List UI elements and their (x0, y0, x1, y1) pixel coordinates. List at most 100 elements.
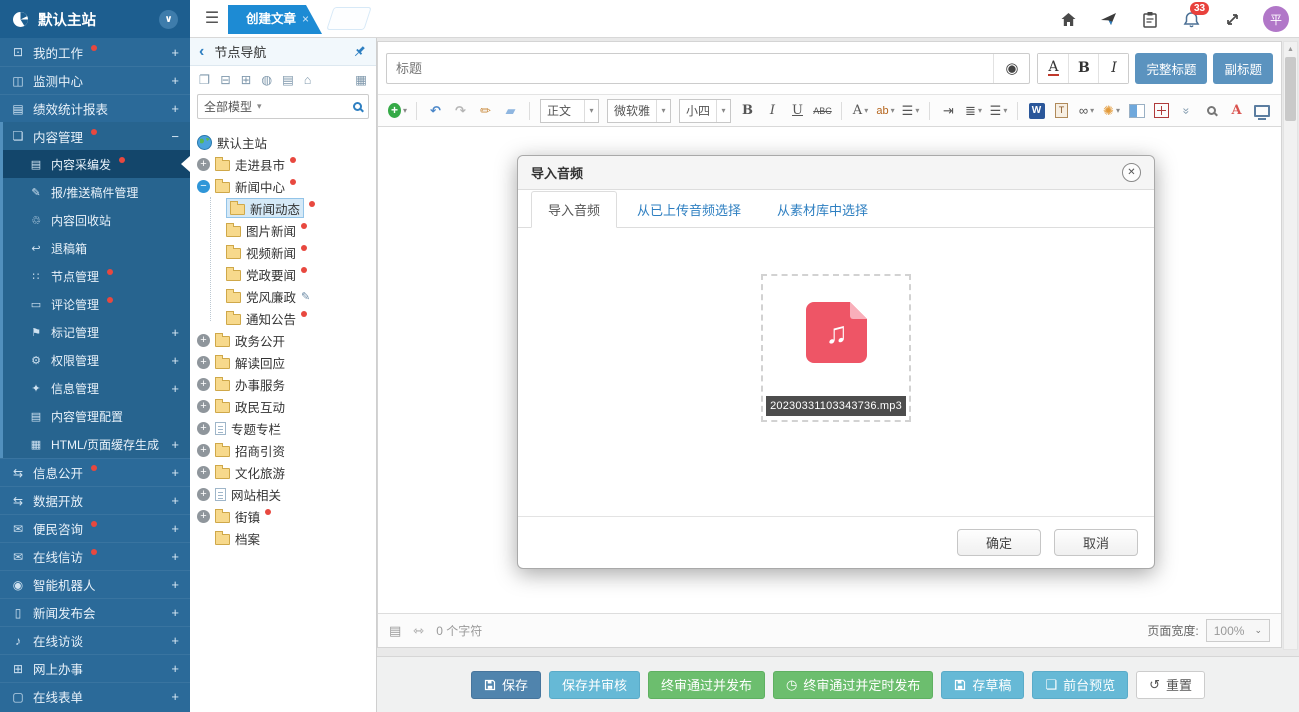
expand-plus-icon[interactable]: + (171, 101, 179, 116)
tree-node[interactable]: 视频新闻 (226, 241, 372, 263)
redo-icon[interactable]: ↷ (450, 99, 471, 123)
expand-plus-icon[interactable]: + (171, 465, 179, 480)
tab-material-library[interactable]: 从素材库中选择 (761, 192, 884, 227)
expand-tree-icon[interactable]: ⊞ (241, 72, 251, 87)
notifications-bell-icon[interactable]: 33 (1181, 9, 1201, 29)
sidebar-item-html-cache[interactable]: ▦HTML/页面缓存生成+ (3, 430, 190, 458)
ok-button[interactable]: 确定 (957, 529, 1041, 556)
save-draft-button[interactable]: 存草稿 (941, 671, 1024, 699)
user-avatar[interactable]: 平 (1263, 6, 1289, 32)
home-icon[interactable] (1058, 9, 1078, 29)
tab-import-audio[interactable]: 导入音频 (531, 191, 617, 228)
tab-uploaded-audio[interactable]: 从已上传音频选择 (621, 192, 757, 227)
element-path-icon[interactable]: ▤ (389, 623, 401, 639)
eye-preview-icon[interactable]: ◉ (993, 54, 1029, 83)
tree-node[interactable]: +专题专栏 (197, 417, 372, 439)
bold-icon[interactable]: B (737, 99, 758, 123)
sidebar-item-node-mgmt[interactable]: ∷节点管理 (3, 262, 190, 290)
font-style-icon[interactable]: A (1226, 99, 1247, 123)
font-family-select[interactable]: 微软雅▾ (607, 99, 671, 123)
expand-plus-icon[interactable]: + (197, 444, 210, 457)
scroll-up-arrow-icon[interactable]: ▲ (1284, 42, 1297, 56)
tree-node[interactable]: 党政要闻 (226, 263, 372, 285)
tree-node[interactable]: +办事服务 (197, 373, 372, 395)
dialog-header[interactable]: 导入音频 ✕ (518, 156, 1154, 190)
sidebar-item-comment-mgmt[interactable]: ▭评论管理 (3, 290, 190, 318)
sidebar-item-content-editing[interactable]: ▤内容采编发 (3, 150, 190, 178)
link-icon[interactable]: ∞▾ (1076, 99, 1097, 123)
approve-scheduled-publish-button[interactable]: ◷终审通过并定时发布 (773, 671, 933, 699)
copy-icon[interactable]: ❐ (199, 72, 210, 87)
full-title-button[interactable]: 完整标题 (1135, 53, 1207, 84)
cancel-button[interactable]: 取消 (1054, 529, 1138, 556)
expand-plus-icon[interactable]: + (197, 466, 210, 479)
sidebar-item-online-services[interactable]: ⊞网上办事+ (0, 654, 190, 682)
undo-icon[interactable]: ↶ (425, 99, 446, 123)
audio-file-icon[interactable]: ♫ (806, 302, 867, 363)
toolbar-collapse-icon[interactable]: » (1176, 99, 1197, 123)
pin-icon[interactable] (352, 44, 367, 59)
tree-node[interactable]: +网站相关 (197, 483, 372, 505)
tree-node[interactable]: +街镇 (197, 505, 372, 527)
expand-plus-icon[interactable]: + (171, 45, 179, 60)
site-brand[interactable]: 默认主站 ∨ (0, 0, 190, 38)
font-size-select[interactable]: 小四▾ (679, 99, 731, 123)
paragraph-select[interactable]: 正文▾ (540, 99, 599, 123)
tree-node[interactable]: +解读回应 (197, 351, 372, 373)
home-node-icon[interactable]: ⌂ (304, 73, 312, 87)
title-italic-button[interactable]: I (1098, 54, 1128, 83)
search-replace-icon[interactable] (1201, 99, 1222, 123)
save-and-review-button[interactable]: 保存并审核 (549, 671, 640, 699)
subtitle-button[interactable]: 副标题 (1213, 53, 1273, 84)
title-bold-button[interactable]: B (1068, 54, 1098, 83)
page-width-select[interactable]: 100%⌄ (1206, 619, 1270, 642)
paste-text-icon[interactable]: T (1051, 99, 1072, 123)
list-settings-icon[interactable]: ▦ (355, 72, 367, 87)
expand-plus-icon[interactable]: + (197, 510, 210, 523)
tree-node[interactable]: +招商引资 (197, 439, 372, 461)
sidebar-item-online-interview[interactable]: ♪在线访谈+ (0, 626, 190, 654)
expand-plus-icon[interactable]: + (171, 605, 179, 620)
paste-word-icon[interactable]: W (1026, 99, 1047, 123)
collapse-tree-icon[interactable]: ⊟ (220, 72, 230, 87)
tree-node-root[interactable]: 默认主站 (197, 131, 372, 153)
sidebar-collapse-icon[interactable]: ☰ (201, 9, 223, 29)
expand-plus-icon[interactable]: + (171, 689, 179, 704)
save-button[interactable]: 保存 (471, 671, 541, 699)
clipboard-tasks-icon[interactable] (1140, 9, 1160, 29)
expand-plus-icon[interactable]: + (197, 356, 210, 369)
expand-plus-icon[interactable]: + (197, 158, 210, 171)
tree-node-selected[interactable]: 新闻动态 (226, 197, 372, 219)
tree-node[interactable]: +政务公开 (197, 329, 372, 351)
ordered-list-icon[interactable]: ≣▾ (963, 99, 984, 123)
title-input[interactable] (387, 61, 993, 76)
strikethrough-icon[interactable]: ABC (812, 99, 833, 123)
expand-plus-icon[interactable]: + (171, 325, 179, 340)
italic-icon[interactable]: I (762, 99, 783, 123)
sidebar-item-open-data[interactable]: ⇆数据开放+ (0, 486, 190, 514)
sidebar-item-monitor-center[interactable]: ◫监测中心+ (0, 66, 190, 94)
align-icon[interactable]: ☰▾ (900, 99, 921, 123)
expand-plus-icon[interactable]: + (197, 378, 210, 391)
close-icon[interactable]: ✕ (1122, 163, 1141, 182)
expand-plus-icon[interactable]: + (171, 577, 179, 592)
drag-resize-icon[interactable]: ⇿ (413, 623, 424, 639)
expand-plus-icon[interactable]: + (197, 422, 210, 435)
sidebar-item-online-petition[interactable]: ✉在线信访+ (0, 542, 190, 570)
expand-plus-icon[interactable]: + (171, 493, 179, 508)
font-color-icon[interactable]: A▾ (850, 99, 871, 123)
expand-plus-icon[interactable]: + (171, 353, 179, 368)
fullscreen-expand-icon[interactable] (1222, 9, 1242, 29)
sidebar-item-info-mgmt[interactable]: ✦信息管理+ (3, 374, 190, 402)
fullscreen-editor-icon[interactable] (1251, 99, 1272, 123)
tab-create-article[interactable]: 创建文章 × (228, 5, 322, 34)
sidebar-item-info-disclosure[interactable]: ⇆信息公开+ (0, 458, 190, 486)
tree-search-input[interactable] (267, 100, 348, 114)
typo-check-icon[interactable] (1151, 99, 1172, 123)
indent-icon[interactable]: ⇥ (938, 99, 959, 123)
columns-icon[interactable] (1126, 99, 1147, 123)
sidebar-item-push-manuscript[interactable]: ✎报/推送稿件管理 (3, 178, 190, 206)
tree-node[interactable]: −新闻中心 (197, 175, 372, 197)
search-icon[interactable] (353, 102, 362, 111)
tree-node[interactable]: 图片新闻 (226, 219, 372, 241)
